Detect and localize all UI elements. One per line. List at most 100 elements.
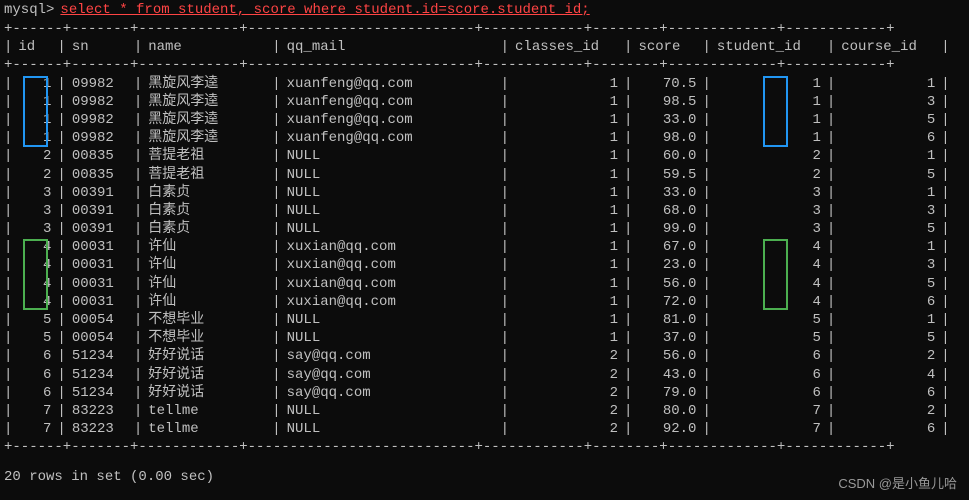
cell-score: 72.0 <box>632 293 702 311</box>
cell-id: 2 <box>12 166 57 184</box>
cell-id: 4 <box>12 293 57 311</box>
cell-qq-mail: say@qq.com <box>281 347 501 365</box>
cell-classes-id: 1 <box>509 329 624 347</box>
watermark: CSDN @是小鱼儿哈 <box>838 473 957 492</box>
cell-course-id: 1 <box>835 75 941 93</box>
cell-qq-mail: NULL <box>281 402 501 420</box>
cell-classes-id: 2 <box>509 384 624 402</box>
cell-qq-mail: say@qq.com <box>281 366 501 384</box>
cell-sn: 00054 <box>66 311 134 329</box>
cell-name: 不想毕业 <box>142 329 272 347</box>
cell-id: 3 <box>12 184 57 202</box>
cell-score: 33.0 <box>632 111 702 129</box>
cell-score: 98.0 <box>632 129 702 147</box>
cell-sn: 09982 <box>66 111 134 129</box>
table-row: |2|00835|菩提老祖|NULL|1|59.5|2|5| <box>4 166 965 184</box>
header-sn: sn <box>66 38 134 56</box>
sql-query: select * from student, score where stude… <box>54 2 589 18</box>
cell-id: 3 <box>12 220 57 238</box>
cell-id: 2 <box>12 147 57 165</box>
cell-student-id: 3 <box>711 184 827 202</box>
cell-classes-id: 1 <box>509 184 624 202</box>
cell-student-id: 1 <box>711 111 827 129</box>
cell-qq-mail: xuxian@qq.com <box>281 293 501 311</box>
cell-sn: 09982 <box>66 75 134 93</box>
cell-sn: 09982 <box>66 129 134 147</box>
cell-sn: 00031 <box>66 256 134 274</box>
table-row: |1|09982|黑旋风李逵|xuanfeng@qq.com|1|98.0|1|… <box>4 129 965 147</box>
cell-classes-id: 2 <box>509 402 624 420</box>
table-row: |4|00031|许仙|xuxian@qq.com|1|23.0|4|3| <box>4 256 965 274</box>
cell-name: 好好说话 <box>142 366 272 384</box>
table-row: |7|83223|tellme|NULL|2|92.0|7|6| <box>4 420 965 438</box>
cell-course-id: 3 <box>835 256 941 274</box>
cell-sn: 51234 <box>66 366 134 384</box>
cell-student-id: 2 <box>711 166 827 184</box>
cell-classes-id: 1 <box>509 75 624 93</box>
cell-id: 1 <box>12 93 57 111</box>
cell-classes-id: 1 <box>509 256 624 274</box>
cell-id: 5 <box>12 329 57 347</box>
cell-score: 68.0 <box>632 202 702 220</box>
cell-course-id: 6 <box>835 384 941 402</box>
cell-sn: 00054 <box>66 329 134 347</box>
cell-score: 80.0 <box>632 402 702 420</box>
cell-name: 黑旋风李逵 <box>142 75 272 93</box>
cell-qq-mail: NULL <box>281 420 501 438</box>
cell-student-id: 4 <box>711 275 827 293</box>
cell-course-id: 5 <box>835 329 941 347</box>
cell-id: 7 <box>12 402 57 420</box>
cell-course-id: 1 <box>835 238 941 256</box>
table-row: |1|09982|黑旋风李逵|xuanfeng@qq.com|1|70.5|1|… <box>4 75 965 93</box>
separator-bottom: +------+-------+------------+-----------… <box>4 438 965 456</box>
cell-classes-id: 1 <box>509 220 624 238</box>
cell-name: 许仙 <box>142 256 272 274</box>
cell-qq-mail: NULL <box>281 202 501 220</box>
cell-course-id: 2 <box>835 347 941 365</box>
cell-course-id: 2 <box>835 402 941 420</box>
cell-student-id: 4 <box>711 293 827 311</box>
header-classes-id: classes_id <box>509 38 624 56</box>
cell-sn: 00031 <box>66 293 134 311</box>
table-row: |5|00054|不想毕业|NULL|1|81.0|5|1| <box>4 311 965 329</box>
cell-qq-mail: xuanfeng@qq.com <box>281 93 501 111</box>
cell-student-id: 6 <box>711 384 827 402</box>
cell-classes-id: 1 <box>509 93 624 111</box>
cell-qq-mail: xuxian@qq.com <box>281 256 501 274</box>
cell-classes-id: 1 <box>509 238 624 256</box>
cell-score: 98.5 <box>632 93 702 111</box>
cell-course-id: 4 <box>835 366 941 384</box>
cell-classes-id: 1 <box>509 129 624 147</box>
table-row: |4|00031|许仙|xuxian@qq.com|1|67.0|4|1| <box>4 238 965 256</box>
table-row: |6|51234|好好说话|say@qq.com|2|56.0|6|2| <box>4 347 965 365</box>
cell-qq-mail: xuxian@qq.com <box>281 275 501 293</box>
cell-sn: 51234 <box>66 347 134 365</box>
cell-qq-mail: xuanfeng@qq.com <box>281 75 501 93</box>
cell-sn: 00031 <box>66 238 134 256</box>
cell-course-id: 3 <box>835 93 941 111</box>
cell-id: 1 <box>12 75 57 93</box>
cell-student-id: 1 <box>711 75 827 93</box>
cell-score: 33.0 <box>632 184 702 202</box>
table-row: |4|00031|许仙|xuxian@qq.com|1|56.0|4|5| <box>4 275 965 293</box>
cell-score: 23.0 <box>632 256 702 274</box>
cell-course-id: 6 <box>835 129 941 147</box>
header-name: name <box>142 38 272 56</box>
cell-classes-id: 1 <box>509 311 624 329</box>
cell-name: 白素贞 <box>142 202 272 220</box>
result-footer: 20 rows in set (0.00 sec) <box>4 469 965 485</box>
table-row: |3|00391|白素贞|NULL|1|33.0|3|1| <box>4 184 965 202</box>
cell-student-id: 6 <box>711 366 827 384</box>
cell-student-id: 3 <box>711 202 827 220</box>
cell-name: 好好说话 <box>142 347 272 365</box>
cell-id: 5 <box>12 311 57 329</box>
cell-course-id: 1 <box>835 147 941 165</box>
cell-name: 黑旋风李逵 <box>142 129 272 147</box>
cell-sn: 83223 <box>66 420 134 438</box>
cell-name: 菩提老祖 <box>142 166 272 184</box>
cell-qq-mail: NULL <box>281 166 501 184</box>
cell-id: 4 <box>12 238 57 256</box>
cell-qq-mail: NULL <box>281 311 501 329</box>
cell-name: 许仙 <box>142 238 272 256</box>
cell-id: 4 <box>12 256 57 274</box>
